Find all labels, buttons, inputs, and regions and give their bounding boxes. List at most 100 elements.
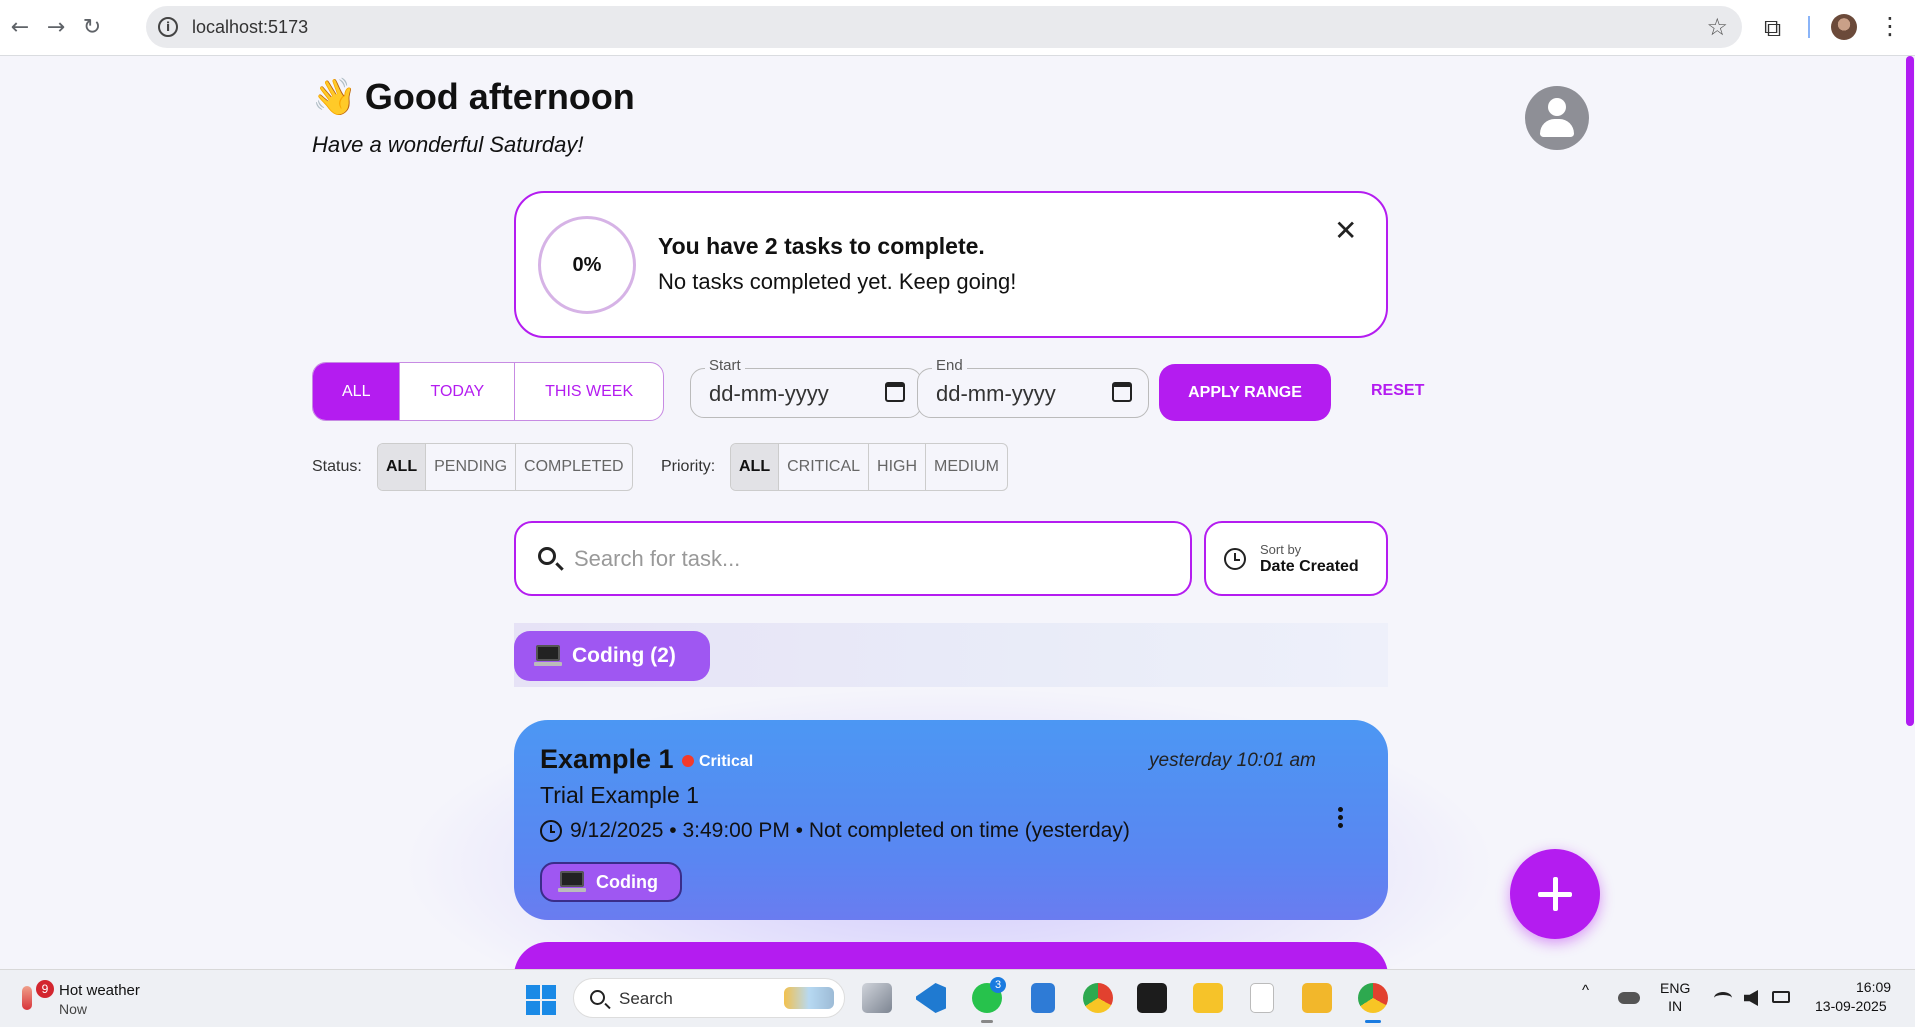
language-region: IN [1668, 998, 1683, 1014]
windows-taskbar: 9 Hot weather Now Search 3 ^ ENG IN 16:0… [0, 969, 1915, 1027]
search-input[interactable] [574, 543, 1164, 575]
calendar-icon[interactable] [1112, 382, 1132, 402]
end-date-value[interactable]: dd-mm-yyyy [936, 381, 1056, 407]
task-title: Example 1 [540, 744, 674, 774]
wifi-icon[interactable] [1714, 992, 1732, 1004]
priority-badge: Critical [682, 753, 753, 771]
browser-profile-avatar[interactable] [1831, 14, 1857, 40]
clock-icon [1224, 548, 1246, 570]
status-option-pending[interactable]: PENDING [426, 444, 517, 490]
notepad-icon[interactable] [1031, 983, 1055, 1013]
reset-button[interactable]: RESET [1371, 382, 1424, 400]
tab-all[interactable]: ALL [313, 363, 401, 420]
language-indicator[interactable]: ENG IN [1660, 979, 1690, 1015]
progress-card: 0% You have 2 tasks to complete. No task… [514, 191, 1388, 338]
sort-button[interactable]: Sort by Date Created [1204, 521, 1388, 596]
task-due-info: 9/12/2025 • 3:49:00 PM • Not completed o… [540, 819, 1130, 843]
whatsapp-badge: 3 [990, 977, 1006, 993]
greeting-subtitle: Have a wonderful Saturday! [312, 132, 584, 157]
site-info-icon[interactable]: i [158, 17, 178, 37]
back-icon[interactable]: ← [6, 14, 34, 42]
scrollbar-thumb[interactable] [1906, 56, 1914, 726]
task-description: Trial Example 1 [540, 782, 699, 808]
bookmark-star-icon[interactable]: ☆ [1706, 13, 1728, 41]
task-due-text: 9/12/2025 • 3:49:00 PM • Not completed o… [570, 819, 1130, 842]
status-filter-group: ALL PENDING COMPLETED [377, 443, 633, 491]
task-category-tag[interactable]: Coding [540, 862, 682, 902]
more-options-icon[interactable] [1338, 807, 1344, 831]
priority-label: Critical [699, 753, 754, 770]
app-page: 👋 Good afternoon Have a wonderful Saturda… [0, 56, 1905, 969]
address-bar[interactable]: i localhost:5173 ☆ [146, 6, 1742, 48]
end-date-label: End [932, 357, 967, 374]
critical-dot-icon [682, 755, 694, 767]
chrome-active-icon[interactable] [1358, 983, 1388, 1023]
extensions-icon[interactable]: ⧉ [1764, 14, 1781, 42]
priority-filter-group: ALL CRITICAL HIGH MEDIUM [730, 443, 1008, 491]
sort-value: Date Created [1260, 558, 1359, 575]
user-avatar-icon[interactable] [1525, 86, 1589, 150]
add-task-button[interactable] [1510, 849, 1600, 939]
reload-icon[interactable]: ↻ [78, 14, 106, 42]
greeting-heading: 👋 Good afternoon [312, 76, 635, 118]
clock-date[interactable]: 13-09-2025 [1815, 998, 1887, 1014]
priority-option-all[interactable]: ALL [731, 444, 780, 490]
sort-caption: Sort by [1260, 542, 1302, 557]
start-date-label: Start [705, 357, 745, 374]
file-icon[interactable] [1250, 983, 1274, 1013]
laptop-icon [534, 645, 562, 667]
windows-start-icon[interactable] [526, 985, 556, 1015]
task-view-icon[interactable] [862, 983, 892, 1013]
address-url[interactable]: localhost:5173 [192, 17, 308, 38]
status-option-all[interactable]: ALL [378, 444, 427, 490]
priority-option-critical[interactable]: CRITICAL [779, 444, 870, 490]
volume-muted-icon[interactable] [1744, 990, 1758, 1006]
category-chip-coding[interactable]: Coding (2) [514, 631, 710, 681]
tab-this-week[interactable]: THIS WEEK [515, 363, 663, 420]
priority-filter-label: Priority: [661, 458, 716, 475]
task-created-time: yesterday 10:01 am [1149, 750, 1316, 771]
tab-today[interactable]: TODAY [400, 363, 516, 420]
taskbar-search-label: Search [619, 989, 673, 1008]
close-icon[interactable]: ✕ [1334, 217, 1357, 245]
apply-range-button[interactable]: APPLY RANGE [1159, 364, 1331, 421]
progress-message: No tasks completed yet. Keep going! [658, 269, 1017, 294]
terminal-icon[interactable] [1137, 983, 1167, 1013]
file-explorer-icon[interactable] [1302, 983, 1332, 1013]
search-highlight-icon [784, 987, 834, 1009]
weather-badge: 9 [36, 980, 54, 998]
start-date-value[interactable]: dd-mm-yyyy [709, 381, 829, 407]
greeting-text: Good afternoon [364, 76, 635, 117]
forward-icon[interactable]: → [42, 14, 70, 42]
task-card[interactable]: Example 1 Critical yesterday 10:01 am Tr… [514, 720, 1388, 920]
sticky-notes-icon[interactable] [1193, 983, 1223, 1013]
end-date-field[interactable]: End dd-mm-yyyy [917, 357, 1149, 418]
status-filter-label: Status: [312, 458, 362, 475]
range-tabs: ALL TODAY THIS WEEK [312, 362, 665, 421]
clock-time[interactable]: 16:09 [1856, 979, 1891, 995]
alarm-clock-icon [540, 820, 562, 842]
laptop-icon [558, 871, 586, 893]
toolbar-divider [1808, 16, 1810, 38]
search-icon [590, 990, 605, 1005]
tray-overflow-icon[interactable]: ^ [1582, 982, 1589, 999]
battery-icon[interactable] [1772, 991, 1790, 1003]
task-tag-label: Coding [596, 871, 658, 892]
priority-option-high[interactable]: HIGH [869, 444, 927, 490]
chrome-icon[interactable] [1083, 983, 1113, 1013]
whatsapp-icon[interactable]: 3 [972, 977, 1006, 1023]
page-scrollbar[interactable] [1905, 56, 1915, 969]
thermometer-icon [22, 986, 32, 1010]
browser-toolbar: ← → ↻ i localhost:5173 ☆ ⧉ ⋮ [0, 0, 1915, 56]
task-card-partial[interactable] [514, 942, 1388, 969]
onedrive-icon[interactable] [1618, 992, 1640, 1004]
calendar-icon[interactable] [885, 382, 905, 402]
taskbar-search[interactable]: Search [573, 978, 845, 1018]
weather-title: Hot weather [59, 982, 140, 999]
vscode-icon[interactable] [916, 983, 946, 1013]
status-option-completed[interactable]: COMPLETED [516, 444, 632, 490]
priority-option-medium[interactable]: MEDIUM [926, 444, 1007, 490]
start-date-field[interactable]: Start dd-mm-yyyy [690, 357, 922, 418]
browser-menu-icon[interactable]: ⋮ [1878, 12, 1902, 40]
search-box[interactable] [514, 521, 1192, 596]
